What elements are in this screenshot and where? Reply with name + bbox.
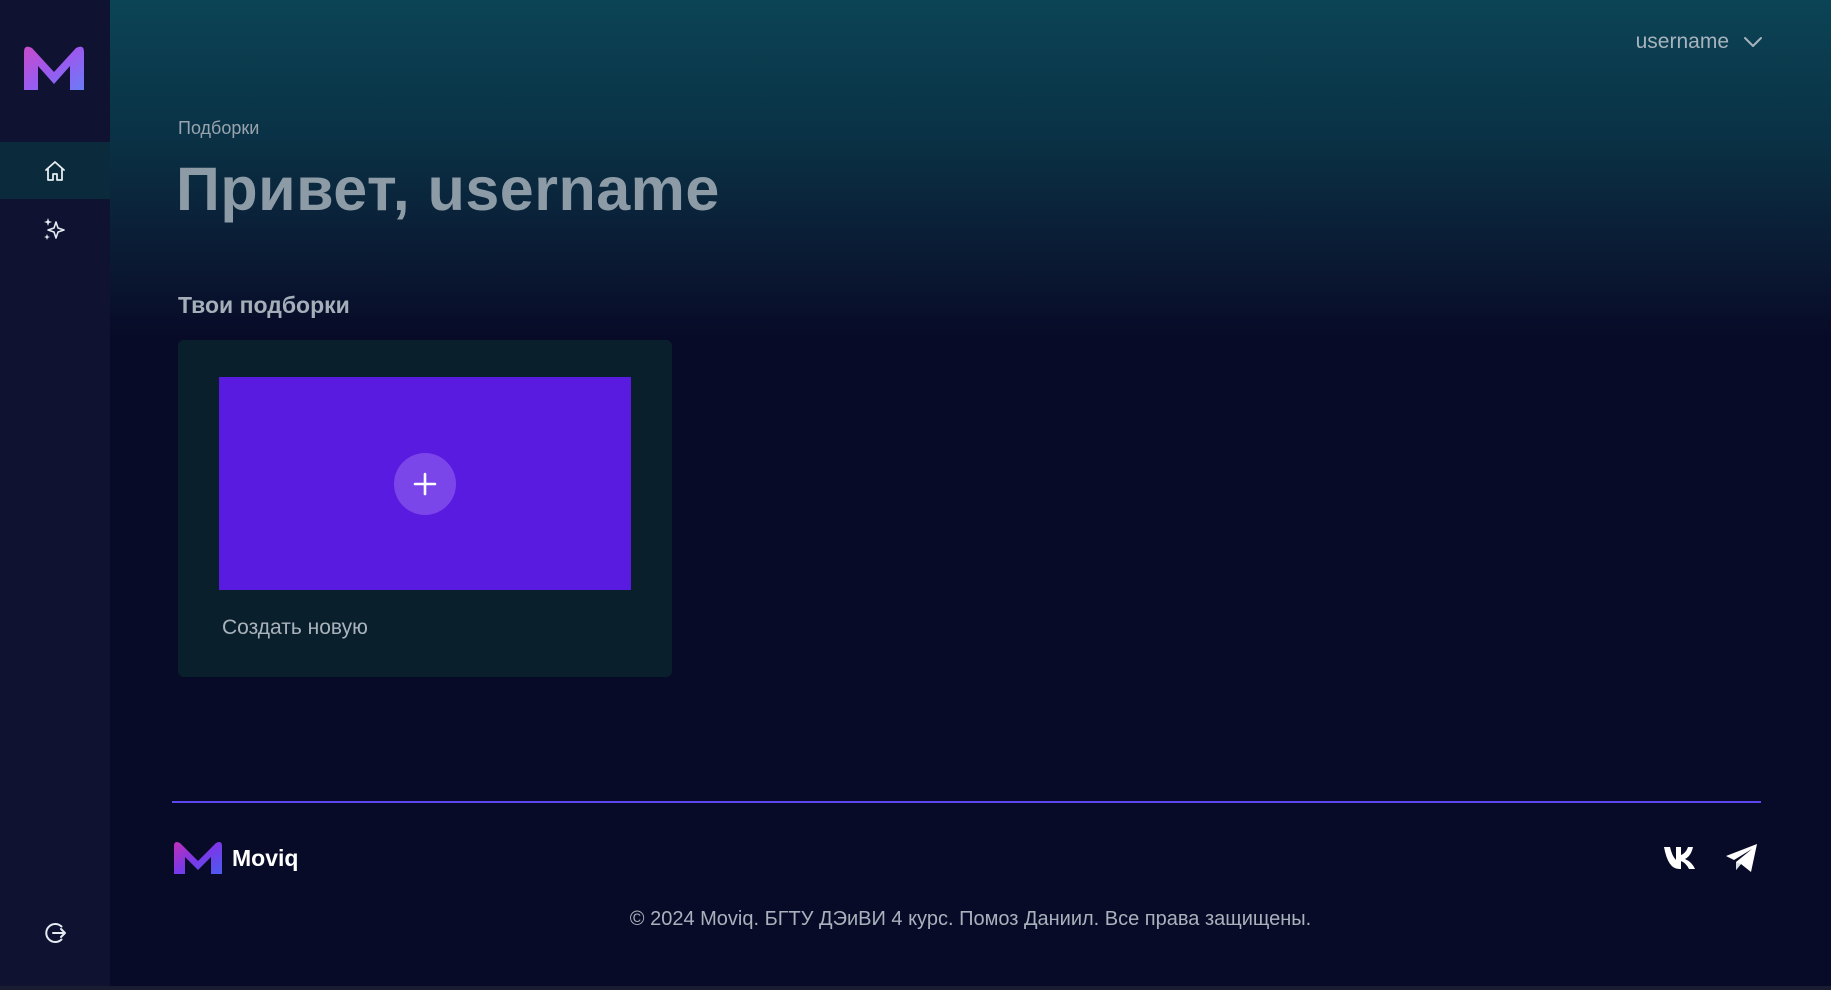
telegram-link[interactable] bbox=[1724, 842, 1760, 879]
plus-icon bbox=[413, 472, 437, 495]
section-title: Твои подборки bbox=[178, 292, 350, 318]
footer-brand: Moviq bbox=[232, 844, 299, 871]
home-icon bbox=[45, 160, 65, 181]
chevron-down-icon bbox=[1744, 37, 1762, 47]
footer-divider bbox=[172, 801, 1761, 803]
sidebar bbox=[0, 0, 110, 990]
moviq-m-logo-icon bbox=[24, 46, 84, 90]
page-title: Привет, username bbox=[176, 155, 720, 223]
card-cover bbox=[219, 377, 631, 590]
bottom-strip bbox=[0, 986, 1831, 990]
telegram-icon bbox=[1726, 844, 1757, 872]
sidebar-item-home[interactable] bbox=[0, 142, 110, 199]
app-root: username Подборки Привет, username Твои … bbox=[0, 0, 1831, 990]
breadcrumb: Подборки bbox=[178, 118, 260, 138]
main-content: username Подборки Привет, username Твои … bbox=[110, 0, 1831, 990]
vk-link[interactable] bbox=[1662, 842, 1702, 875]
moviq-m-logo-icon bbox=[174, 842, 222, 874]
add-collection-button[interactable] bbox=[394, 452, 456, 515]
logout-icon bbox=[45, 922, 66, 943]
create-collection-card[interactable]: Создать новую bbox=[178, 340, 672, 677]
vk-icon bbox=[1664, 847, 1695, 869]
user-menu-dropdown[interactable]: username bbox=[1636, 30, 1763, 54]
logout-button[interactable] bbox=[0, 904, 110, 961]
footer-logo[interactable]: Moviq bbox=[172, 840, 298, 876]
copyright-text: © 2024 Moviq. БГТУ ДЭиВИ 4 курс. Помоз Д… bbox=[629, 908, 1312, 930]
moviq-logo[interactable] bbox=[20, 42, 88, 94]
user-name: username bbox=[1635, 30, 1729, 53]
sidebar-item-recommendations[interactable] bbox=[0, 200, 110, 257]
sparkle-icon bbox=[44, 217, 65, 240]
create-collection-label: Создать новую bbox=[222, 616, 368, 639]
